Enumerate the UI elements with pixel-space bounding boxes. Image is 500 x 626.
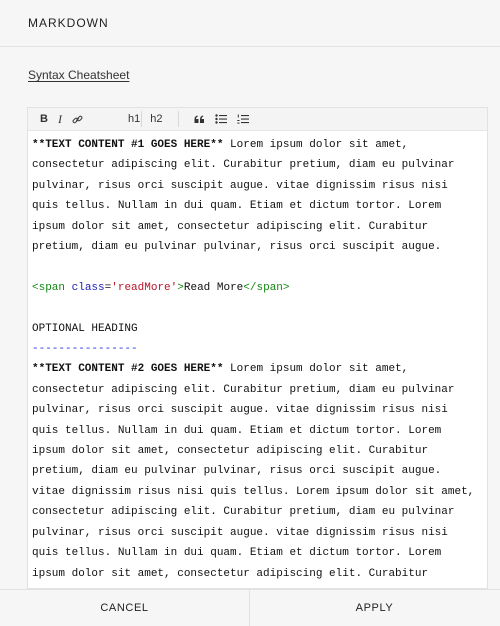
- dialog-title: MARKDOWN: [28, 16, 109, 30]
- bold-button[interactable]: B: [40, 108, 48, 130]
- editor-toolbar: B I h1 h2: [28, 108, 487, 131]
- editor-content[interactable]: **TEXT CONTENT #1 GOES HERE** Lorem ipsu…: [32, 135, 480, 588]
- h1-button[interactable]: h1: [128, 108, 140, 130]
- span-close-tag: </span>: [243, 281, 290, 294]
- italic-button[interactable]: I: [58, 108, 62, 130]
- read-more-span-line: <span class='readMore'>Read More</span>: [32, 278, 480, 298]
- link-icon[interactable]: [72, 108, 83, 130]
- markdown-editor[interactable]: B I h1 h2 **TEXT CONTENT #1 GOES HERE** …: [27, 107, 488, 589]
- paragraph-1-text: Lorem ipsum dolor sit amet, consectetur …: [32, 139, 455, 254]
- bulleted-list-icon[interactable]: [215, 108, 227, 130]
- heading-group: h1 h2: [128, 108, 173, 130]
- content-paragraph-1: **TEXT CONTENT #1 GOES HERE** Lorem ipsu…: [32, 135, 480, 257]
- toolbar-divider: [178, 111, 179, 127]
- paragraph-1-bold-heading: **TEXT CONTENT #1 GOES HERE**: [32, 139, 224, 151]
- paragraph-2-text: Lorem ipsum dolor sit amet, consectetur …: [32, 363, 475, 588]
- paragraph-2-bold-heading: **TEXT CONTENT #2 GOES HERE**: [32, 363, 224, 376]
- block-group: [194, 108, 259, 130]
- span-open-tag-end: >: [177, 281, 184, 294]
- h2-button[interactable]: h2: [150, 108, 162, 130]
- span-class-value: 'readMore': [111, 281, 178, 294]
- span-class-attr: class: [71, 281, 105, 294]
- apply-button[interactable]: APPLY: [250, 590, 499, 626]
- span-open-tag: <span: [32, 281, 66, 294]
- dialog-footer: CANCEL APPLY: [0, 589, 500, 626]
- numbered-list-icon[interactable]: [237, 108, 249, 130]
- cancel-button[interactable]: CANCEL: [0, 590, 249, 626]
- quote-icon[interactable]: [194, 108, 205, 130]
- read-more-text: Read More: [183, 281, 244, 294]
- optional-heading: OPTIONAL HEADING: [32, 322, 138, 335]
- dialog-header: MARKDOWN: [0, 0, 500, 47]
- markdown-dialog: MARKDOWN Syntax Cheatsheet B I h1 h2 **T…: [0, 0, 500, 626]
- heading-underline: ----------------: [32, 343, 138, 356]
- format-group: B I: [40, 108, 93, 130]
- content-paragraph-2: **TEXT CONTENT #2 GOES HERE** Lorem ipsu…: [32, 359, 480, 588]
- syntax-cheatsheet-link[interactable]: Syntax Cheatsheet: [28, 68, 129, 82]
